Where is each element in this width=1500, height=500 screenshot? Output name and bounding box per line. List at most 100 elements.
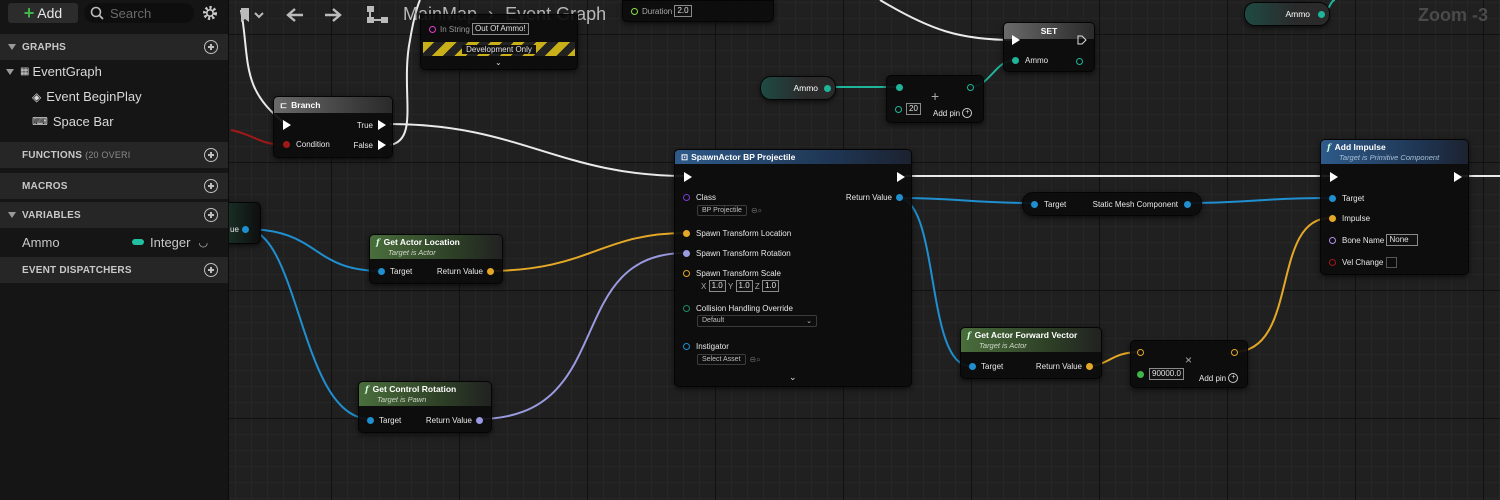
spawn-class-select[interactable]: BP Projectile ⊖⌕: [697, 205, 762, 216]
mul-b-pin[interactable]: 90000.0: [1137, 368, 1184, 380]
dispatchers-section-header[interactable]: EVENT DISPATCHERS: [0, 257, 228, 283]
expand-triangle-icon[interactable]: [6, 68, 14, 75]
bookmark-icon[interactable]: [239, 7, 267, 25]
mul-b-value[interactable]: 90000.0: [1149, 368, 1184, 380]
branch-node[interactable]: ⊏ Branch True Condition False: [273, 96, 393, 158]
multiply-node[interactable]: × 90000.0 Add pin +: [1130, 340, 1248, 388]
add-impulse-node[interactable]: f Add Impulse Target is Primitive Componen…: [1320, 139, 1469, 275]
collapse-triangle-icon[interactable]: [8, 212, 16, 218]
graphs-section-header[interactable]: GRAPHS: [0, 34, 228, 60]
mul-a-pin[interactable]: [1137, 349, 1144, 356]
spawn-rot-pin[interactable]: Spawn Transform Rotation: [683, 249, 791, 258]
ammo-get-pin[interactable]: [824, 84, 831, 92]
mul-add-pin-icon[interactable]: +: [1228, 373, 1239, 383]
scale-y-field[interactable]: 1.0: [735, 280, 753, 292]
browse-icon[interactable]: ⊖⌕: [750, 355, 761, 365]
gear-icon[interactable]: [201, 4, 219, 22]
ammo-var-node-top[interactable]: Ammo: [1244, 2, 1330, 26]
macros-section-header[interactable]: MACROS: [0, 173, 228, 199]
add-button[interactable]: + Add: [8, 3, 78, 23]
branch-false-pin[interactable]: False: [353, 140, 386, 150]
spawn-scale-pin[interactable]: Spawn Transform Scale: [683, 269, 781, 278]
get-actor-location-node[interactable]: f Get Actor Location Target is Actor Targe…: [369, 234, 503, 284]
search-input[interactable]: Search: [84, 3, 194, 23]
add-graph-icon[interactable]: [204, 40, 218, 54]
variable-type-pill[interactable]: [132, 239, 144, 245]
print-string-node[interactable]: In String Out Of Ammo! Development Only …: [420, 14, 578, 70]
chevron-down-icon[interactable]: ⌄: [789, 372, 797, 383]
forward-arrow-icon[interactable]: [323, 7, 343, 23]
ammo-out-pin[interactable]: [1318, 10, 1325, 18]
get-actor-forward-vector-node[interactable]: f Get Actor Forward Vector Target is Actor…: [960, 327, 1102, 379]
scale-z-field[interactable]: 1.0: [762, 280, 780, 292]
fwd-return-pin[interactable]: Return Value: [1036, 362, 1093, 371]
add-out-pin[interactable]: [967, 84, 974, 91]
back-arrow-icon[interactable]: [285, 7, 305, 23]
add-pin-icon[interactable]: +: [962, 108, 973, 118]
add-variable-icon[interactable]: [204, 208, 218, 222]
add-pin-button[interactable]: Add pin +: [933, 108, 973, 118]
tree-item-beginplay[interactable]: ◈ Event BeginPlay: [32, 89, 142, 104]
chevron-down-icon[interactable]: ⌄: [495, 58, 502, 67]
set-exec-in[interactable]: [1012, 35, 1020, 45]
set-node[interactable]: SET Ammo: [1003, 22, 1095, 72]
browse-icon[interactable]: ⊖⌕: [751, 206, 762, 216]
ctrl-rot-return-pin[interactable]: Return Value: [426, 416, 483, 425]
actor-loc-target-pin[interactable]: Target: [378, 267, 412, 276]
add-a-pin[interactable]: [896, 84, 903, 91]
smc-out-pin[interactable]: Static Mesh Component: [1093, 200, 1191, 209]
get-control-rotation-node[interactable]: f Get Control Rotation Target is Pawn Targ…: [358, 381, 492, 433]
tree-item-spacebar[interactable]: ⌨ Space Bar: [32, 114, 114, 129]
spawn-loc-pin[interactable]: Spawn Transform Location: [683, 229, 791, 238]
in-string-value[interactable]: Out Of Ammo!: [472, 23, 529, 35]
add-function-icon[interactable]: [204, 148, 218, 162]
actor-loc-return-pin[interactable]: Return Value: [437, 267, 494, 276]
visibility-eye-icon[interactable]: ◡: [198, 236, 208, 249]
spawn-exec-in[interactable]: [684, 172, 692, 182]
impulse-vel-pin[interactable]: Vel Change: [1329, 257, 1397, 268]
fwd-target-pin[interactable]: Target: [969, 362, 1003, 371]
add-dispatcher-icon[interactable]: [204, 263, 218, 277]
scale-x-field[interactable]: 1.0: [708, 280, 726, 292]
impulse-exec-out[interactable]: [1454, 172, 1462, 182]
spawn-scale-values[interactable]: X 1.0 Y 1.0 Z 1.0: [701, 280, 780, 292]
bone-name-field[interactable]: None: [1386, 234, 1419, 246]
impulse-target-pin[interactable]: Target: [1329, 194, 1364, 203]
vel-change-checkbox[interactable]: [1385, 257, 1397, 268]
variable-row-ammo[interactable]: Ammo Integer ◡: [0, 231, 228, 253]
spawn-class-pin[interactable]: Class: [683, 193, 716, 202]
spawn-return-pin[interactable]: Return Value: [846, 193, 903, 202]
functions-section-header[interactable]: FUNCTIONS (20 OVERI: [0, 142, 228, 168]
ammo-var-node[interactable]: Ammo: [760, 76, 836, 100]
spawn-instigator-pin[interactable]: Instigator: [683, 342, 729, 351]
in-string-pin[interactable]: In String Out Of Ammo!: [429, 23, 529, 35]
smc-target-pin[interactable]: Target: [1031, 200, 1066, 209]
spawn-instigator-select[interactable]: Select Asset ⊖⌕: [697, 354, 761, 365]
spawn-exec-out[interactable]: [897, 172, 905, 182]
add-macro-icon[interactable]: [204, 179, 218, 193]
add-int-node[interactable]: 20 + Add pin +: [886, 75, 984, 123]
mul-add-pin-button[interactable]: Add pin +: [1199, 373, 1239, 383]
spawn-class-dropdown[interactable]: BP Projectile: [697, 205, 747, 216]
variable-out-pin[interactable]: ue: [230, 225, 249, 234]
add-b-value[interactable]: 20: [906, 103, 921, 115]
instigator-dropdown[interactable]: Select Asset: [697, 354, 746, 365]
spawn-actor-node[interactable]: ⊡ SpawnActor BP Projectile Class BP Proje…: [674, 149, 912, 387]
mul-out-pin[interactable]: [1231, 349, 1238, 356]
static-mesh-component-node[interactable]: Target Static Mesh Component: [1022, 192, 1202, 216]
set-ammo-out[interactable]: [1076, 58, 1083, 65]
branch-exec-in[interactable]: [283, 120, 291, 130]
set-ammo-pin[interactable]: Ammo: [1012, 56, 1048, 65]
add-b-pin[interactable]: 20: [895, 103, 921, 115]
impulse-impulse-pin[interactable]: Impulse: [1329, 214, 1370, 223]
duration-pin[interactable]: Duration 2.0: [631, 5, 692, 17]
duration-node[interactable]: Duration 2.0: [622, 0, 774, 22]
spawn-collision-select[interactable]: Default ⌄: [697, 315, 817, 327]
spawn-collision-pin[interactable]: Collision Handling Override: [683, 304, 793, 313]
ctrl-rot-target-pin[interactable]: Target: [367, 416, 401, 425]
tree-item-eventgraph[interactable]: ▦ EventGraph: [6, 64, 102, 79]
impulse-exec-in[interactable]: [1330, 172, 1338, 182]
duration-value[interactable]: 2.0: [674, 5, 692, 17]
branch-condition-pin[interactable]: Condition: [283, 140, 330, 149]
exec-out-icon[interactable]: [1077, 35, 1087, 45]
